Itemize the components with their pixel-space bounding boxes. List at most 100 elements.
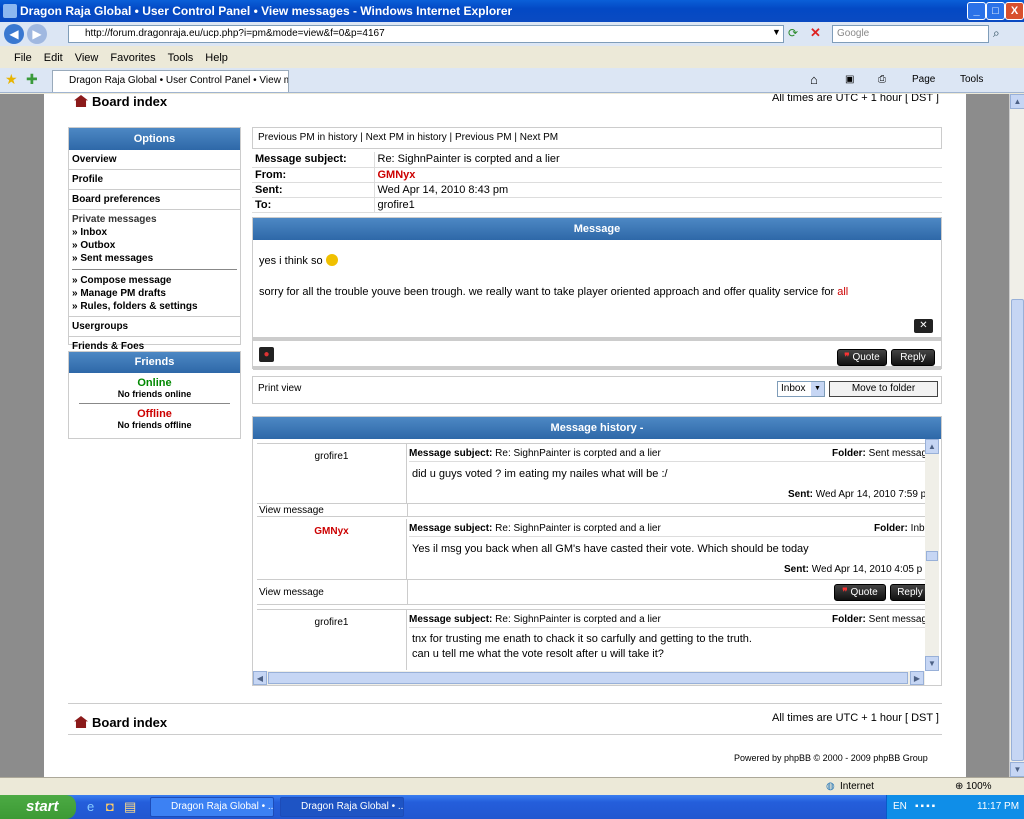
pm-outbox[interactable]: » Outbox bbox=[69, 239, 240, 252]
chevron-down-icon: ▼ bbox=[811, 382, 824, 396]
subject-value: Re: SighnPainter is corpted and a lier bbox=[374, 152, 942, 168]
scroll-down-icon[interactable]: ▼ bbox=[925, 656, 939, 671]
sent-value: Wed Apr 14, 2010 7:59 p bbox=[815, 489, 925, 500]
menu-favorites[interactable]: Favorites bbox=[104, 48, 161, 68]
menu-view[interactable]: View bbox=[69, 48, 105, 68]
from-value[interactable]: GMNyx bbox=[374, 167, 942, 183]
address-input[interactable]: http://forum.dragonraja.eu/ucp.php?i=pm&… bbox=[68, 25, 784, 43]
sent-value: Wed Apr 14, 2010 8:43 pm bbox=[374, 182, 942, 198]
pm-rules[interactable]: » Rules, folders & settings bbox=[69, 300, 240, 313]
sent-label: Sent: bbox=[788, 489, 813, 500]
history-quote-button[interactable]: ❞ Quote bbox=[834, 584, 886, 601]
favorites-star-icon[interactable]: ★ bbox=[5, 71, 18, 88]
page-menu[interactable]: Page bbox=[912, 72, 935, 88]
board-index-top[interactable]: Board index bbox=[74, 94, 167, 109]
pm-sent[interactable]: » Sent messages bbox=[69, 252, 240, 265]
scroll-right-icon[interactable]: ▶ bbox=[910, 671, 924, 685]
search-input[interactable]: Google bbox=[832, 25, 989, 43]
pm-compose[interactable]: » Compose message bbox=[69, 274, 240, 287]
history-author[interactable]: grofire1 bbox=[257, 444, 407, 504]
ie-quicklaunch-icon[interactable]: e bbox=[87, 799, 94, 814]
tools-menu[interactable]: Tools bbox=[960, 72, 983, 88]
history-view-row: View message bbox=[257, 503, 925, 517]
report-icon[interactable]: ✕ bbox=[914, 319, 933, 333]
history-reply-button[interactable]: Reply bbox=[890, 584, 925, 601]
folder-select[interactable]: Inbox ▼ bbox=[777, 381, 825, 397]
history-subject-row: Message subject: Re: SighnPainter is cor… bbox=[409, 448, 925, 462]
close-button[interactable]: X bbox=[1005, 2, 1024, 20]
scroll-thumb[interactable] bbox=[1011, 299, 1024, 761]
option-usergroups[interactable]: Usergroups bbox=[69, 317, 240, 337]
minimize-button[interactable]: _ bbox=[967, 2, 986, 20]
language-indicator[interactable]: EN bbox=[893, 795, 907, 819]
dropdown-icon[interactable]: ▼ bbox=[772, 27, 781, 37]
scroll-thumb[interactable] bbox=[926, 551, 938, 561]
browser-tab[interactable]: Dragon Raja Global • User Control Panel … bbox=[52, 70, 289, 92]
history-sent: Sent: Wed Apr 14, 2010 4:05 p bbox=[784, 564, 922, 575]
quote-icon: ❞ bbox=[844, 352, 850, 363]
pm-drafts[interactable]: » Manage PM drafts bbox=[69, 287, 240, 300]
message-history-heading: Message history - bbox=[253, 417, 941, 439]
history-author[interactable]: GMNyx bbox=[257, 519, 407, 579]
next-pm-history-link[interactable]: Next PM in history bbox=[366, 132, 447, 143]
back-icon[interactable]: ◀ bbox=[4, 24, 24, 44]
system-tray: EN ▪▪▪▪ 11:17 PM bbox=[886, 795, 1024, 819]
start-button[interactable]: start bbox=[0, 795, 76, 819]
print-view-link[interactable]: Print view bbox=[258, 383, 301, 394]
taskbar-window-2[interactable]: Dragon Raja Global • ... bbox=[280, 797, 404, 817]
tray-icons[interactable]: ▪▪▪▪ bbox=[915, 795, 937, 819]
history-scroll-area: grofire1 Message subject: Re: SighnPaint… bbox=[253, 439, 925, 671]
to-value[interactable]: grofire1 bbox=[374, 197, 942, 213]
pm-inbox[interactable]: » Inbox bbox=[69, 226, 240, 239]
history-author[interactable]: grofire1 bbox=[257, 610, 407, 670]
prev-pm-link[interactable]: Previous PM bbox=[455, 132, 512, 143]
feeds-icon[interactable]: ▣ bbox=[845, 72, 854, 88]
view-message-link[interactable]: View message bbox=[259, 587, 324, 598]
option-board-preferences[interactable]: Board preferences bbox=[69, 190, 240, 210]
folder-value: Sent messag bbox=[868, 448, 925, 459]
browser-scrollbar[interactable]: ▲ ▼ bbox=[1009, 94, 1024, 777]
forward-icon[interactable]: ▶ bbox=[27, 24, 47, 44]
next-pm-link[interactable]: Next PM bbox=[520, 132, 558, 143]
stop-icon[interactable]: ✕ bbox=[810, 25, 821, 41]
zoom-icon[interactable]: ⊕ bbox=[955, 778, 963, 796]
clock[interactable]: 11:17 PM bbox=[977, 795, 1019, 819]
menu-file[interactable]: File bbox=[8, 48, 38, 68]
history-horizontal-scrollbar[interactable]: ◀ ▶ bbox=[253, 671, 925, 685]
menu-edit[interactable]: Edit bbox=[38, 48, 69, 68]
option-overview[interactable]: Overview bbox=[69, 150, 240, 170]
user-profile-icon[interactable]: ● bbox=[259, 347, 274, 362]
maximize-button[interactable]: □ bbox=[986, 2, 1005, 20]
view-message-link[interactable]: View message bbox=[259, 505, 324, 516]
folder-label: Folder: bbox=[832, 614, 866, 625]
option-profile[interactable]: Profile bbox=[69, 170, 240, 190]
quote-label: Quote bbox=[850, 587, 878, 598]
scroll-left-icon[interactable]: ◀ bbox=[253, 671, 267, 685]
board-index-bottom[interactable]: Board index bbox=[74, 715, 167, 730]
message-heading: Message bbox=[253, 218, 941, 240]
desktop-quicklaunch-icon[interactable]: ◘ bbox=[106, 799, 114, 814]
menu-tools[interactable]: Tools bbox=[162, 48, 200, 68]
taskbar-window-1[interactable]: Dragon Raja Global • ... bbox=[150, 797, 274, 817]
scroll-up-icon[interactable]: ▲ bbox=[925, 439, 939, 454]
quote-button[interactable]: ❞ Quote bbox=[837, 349, 887, 366]
print-icon[interactable]: ⎙ bbox=[878, 72, 886, 88]
home-icon bbox=[74, 716, 88, 728]
refresh-icon[interactable]: ⟳ bbox=[788, 26, 798, 40]
scroll-down-icon[interactable]: ▼ bbox=[1010, 762, 1024, 777]
private-messages-heading[interactable]: Private messages bbox=[69, 213, 240, 226]
menu-help[interactable]: Help bbox=[199, 48, 234, 68]
reply-button[interactable]: Reply bbox=[891, 349, 935, 366]
add-favorite-icon[interactable]: ✚ bbox=[26, 71, 38, 88]
prev-pm-history-link[interactable]: Previous PM in history bbox=[258, 132, 357, 143]
history-toggle[interactable]: - bbox=[640, 422, 644, 434]
scroll-up-icon[interactable]: ▲ bbox=[1010, 94, 1024, 109]
history-vertical-scrollbar[interactable]: ▲ ▼ bbox=[925, 439, 939, 671]
message-link-all[interactable]: all bbox=[837, 286, 848, 298]
move-to-folder-button[interactable]: Move to folder bbox=[829, 381, 938, 397]
scroll-thumb-h[interactable] bbox=[268, 672, 908, 684]
home-icon[interactable]: ⌂ bbox=[810, 72, 818, 88]
zoom-level[interactable]: 100% bbox=[966, 778, 992, 796]
folder-quicklaunch-icon[interactable]: ▤ bbox=[124, 799, 136, 815]
search-icon[interactable]: ⌕ bbox=[993, 26, 1000, 41]
